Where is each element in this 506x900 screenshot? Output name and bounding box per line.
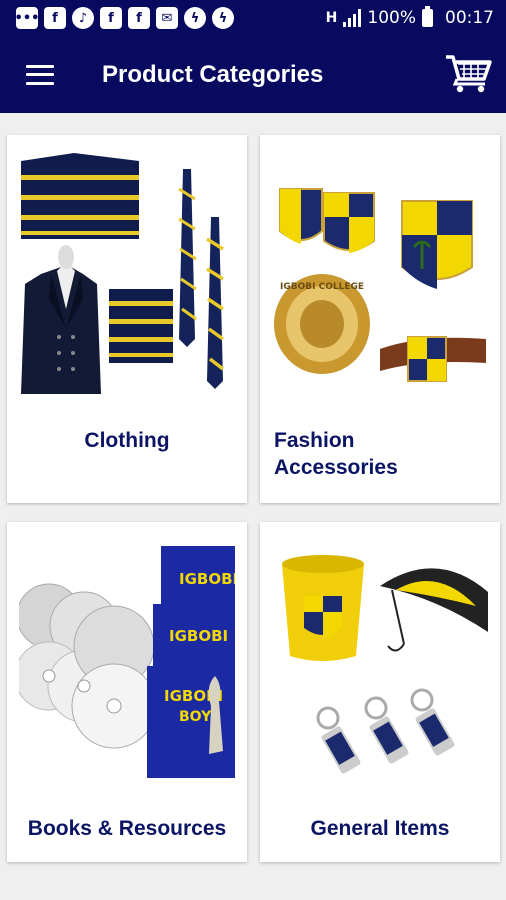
- facebook-icon: f: [100, 7, 122, 29]
- notification-icons: ••• f ♪ f f ✉ ϟ ϟ: [0, 7, 234, 29]
- books-resources-image: IGBOBI IGBOBI IGBOBI BOY: [19, 546, 235, 778]
- general-items-image: [282, 555, 488, 774]
- battery-percent: 100%: [367, 8, 416, 28]
- music-icon: ♪: [72, 7, 94, 29]
- mail-icon: ✉: [156, 7, 178, 29]
- status-bar: ••• f ♪ f f ✉ ϟ ϟ H 100% 00:17: [0, 0, 506, 36]
- hamburger-menu-icon[interactable]: [26, 64, 54, 85]
- category-card-books-resources[interactable]: IGBOBI IGBOBI IGBOBI BOY Books & Resourc…: [7, 522, 247, 862]
- category-label: Clothing: [84, 429, 170, 452]
- messenger-icon: ϟ: [184, 7, 206, 29]
- ring-engraving: IGBOBI COLLEGE: [280, 282, 364, 292]
- messenger-icon: ϟ: [212, 7, 234, 29]
- category-card-general-items[interactable]: General Items: [260, 522, 500, 862]
- facebook-icon: f: [44, 7, 66, 29]
- signal-icon: [343, 9, 362, 27]
- app-bar: Product Categories: [0, 36, 506, 113]
- book-title: IGBOBI: [169, 627, 228, 645]
- clothing-image: [21, 153, 225, 394]
- book-title: IGBOBI: [179, 570, 235, 588]
- book-subtitle: BOY: [179, 709, 212, 725]
- battery-icon: [422, 6, 433, 27]
- fashion-accessories-image: IGBOBI COLLEGE: [274, 188, 486, 382]
- category-card-clothing[interactable]: Clothing: [7, 135, 247, 503]
- category-label: Books & Resources: [27, 817, 227, 840]
- page-title: Product Categories: [102, 60, 324, 88]
- clock: 00:17: [445, 8, 494, 28]
- network-type: H: [325, 10, 338, 26]
- shopping-cart-icon[interactable]: [444, 53, 492, 97]
- message-icon: •••: [15, 7, 39, 29]
- category-label: Fashion Accessories: [274, 429, 398, 479]
- category-label: General Items: [310, 817, 450, 840]
- category-card-fashion-accessories[interactable]: IGBOBI COLLEGE Fashion Accessories: [260, 135, 500, 503]
- facebook-icon: f: [128, 7, 150, 29]
